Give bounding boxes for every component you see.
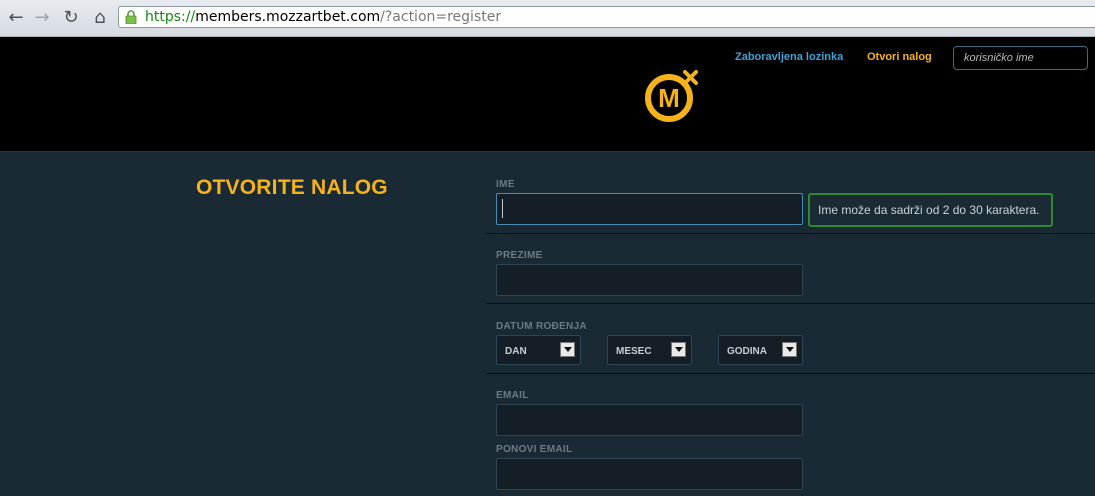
dropdown-arrow-icon[interactable] — [671, 342, 686, 357]
open-account-link[interactable]: Otvori nalog — [867, 51, 932, 63]
year-select[interactable]: GODINA — [718, 335, 803, 365]
first-name-hint: Ime može da sadrži od 2 do 30 karaktera. — [808, 193, 1053, 227]
first-name-input[interactable] — [496, 193, 803, 225]
year-select-value: GODINA — [727, 346, 767, 357]
repeat-email-input[interactable] — [496, 458, 803, 490]
username-input[interactable] — [953, 46, 1088, 70]
email-label: EMAIL — [496, 390, 529, 401]
month-select[interactable]: MESEC — [607, 335, 692, 365]
dropdown-arrow-icon[interactable] — [782, 342, 797, 357]
home-icon[interactable]: ⌂ — [88, 6, 112, 30]
last-name-input[interactable] — [496, 264, 803, 296]
divider — [486, 233, 1095, 234]
address-bar[interactable]: https://members.mozzartbet.com/?action=r… — [118, 6, 1095, 28]
lock-icon — [125, 10, 137, 24]
reload-icon[interactable]: ↻ — [59, 6, 83, 30]
divider — [486, 303, 1095, 304]
url-text: https://members.mozzartbet.com/?action=r… — [145, 9, 502, 25]
email-input[interactable] — [496, 404, 803, 436]
browser-toolbar: ← → ↻ ⌂ https://members.mozzartbet.com/?… — [0, 0, 1095, 37]
forgot-password-link[interactable]: Zaboravljena lozinka — [735, 51, 843, 63]
first-name-label: IME — [496, 179, 515, 190]
mozzart-logo[interactable]: M — [643, 70, 699, 122]
divider — [486, 373, 1095, 374]
forward-arrow-icon[interactable]: → — [30, 6, 54, 30]
last-name-label: PREZIME — [496, 250, 543, 261]
repeat-email-label: PONOVI EMAIL — [496, 444, 573, 455]
day-select-value: DAN — [505, 346, 527, 357]
page-title: OTVORITE NALOG — [196, 176, 388, 199]
back-arrow-icon[interactable]: ← — [4, 6, 28, 30]
month-select-value: MESEC — [616, 346, 652, 357]
text-caret — [502, 199, 503, 218]
logo-letter: M — [658, 83, 680, 113]
birth-date-label: DATUM ROĐENJA — [496, 321, 587, 332]
site-header: M Zaboravljena lozinka Otvori nalog — [0, 37, 1095, 152]
dropdown-arrow-icon[interactable] — [560, 342, 575, 357]
day-select[interactable]: DAN — [496, 335, 581, 365]
